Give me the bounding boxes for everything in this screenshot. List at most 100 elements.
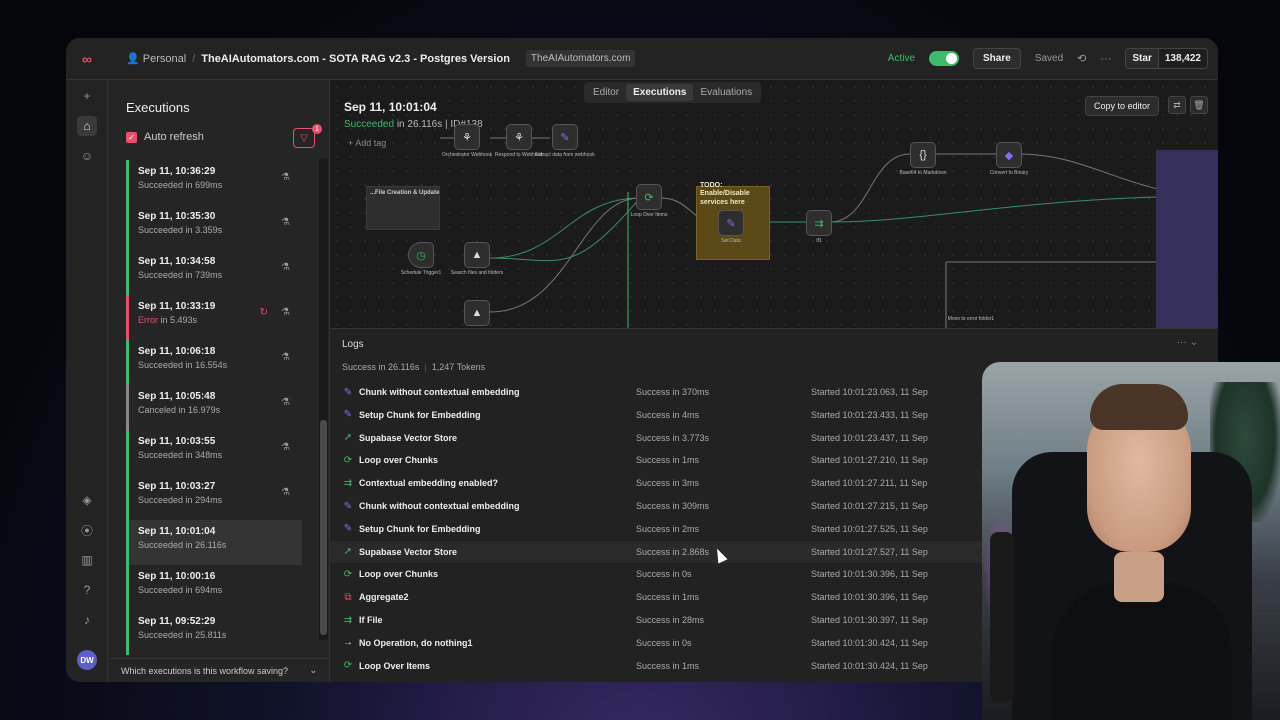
respond-to-webhook-node[interactable]: ⚘: [506, 124, 532, 150]
variables-icon[interactable]: ⦿: [77, 520, 97, 540]
execution-status: Succeeded in 3.359s: [138, 225, 223, 235]
left-rail: + ⌂ ☺ ◈ ⦿ ▥ ? ♪ DW: [66, 80, 108, 682]
flask-icon[interactable]: ⚗: [281, 217, 290, 228]
flask-icon[interactable]: ⚗: [281, 172, 290, 183]
node-label: Base64 to Markdown: [899, 170, 947, 176]
workflow-tag[interactable]: TheAIAutomators.com: [525, 50, 636, 67]
execution-item[interactable]: Sep 11, 10:36:29 Succeeded in 699ms ⚗: [126, 160, 302, 205]
history-icon[interactable]: ⟲: [1077, 52, 1086, 65]
github-star-button[interactable]: Star 138,422: [1125, 48, 1208, 69]
n8n-logo-icon[interactable]: ∞: [66, 51, 108, 67]
insights-icon[interactable]: ▥: [77, 550, 97, 570]
executions-scrollbar[interactable]: [319, 158, 328, 640]
help-icon[interactable]: ?: [77, 580, 97, 600]
pencil-icon: ✎: [343, 386, 353, 398]
notifications-icon[interactable]: ♪: [77, 610, 97, 630]
breadcrumb-user[interactable]: 👤 Personal: [126, 52, 186, 65]
execution-date: Sep 11, 10:35:30: [138, 211, 216, 222]
webhook-icon: ⚘: [514, 131, 524, 144]
tab-evaluations[interactable]: Evaluations: [693, 84, 759, 101]
google-drive-node[interactable]: ▲: [464, 300, 490, 326]
base64-to-markdown-node[interactable]: {}: [910, 142, 936, 168]
branch-icon: ⇉: [343, 614, 353, 626]
tab-editor[interactable]: Editor: [586, 84, 626, 101]
more-options-icon[interactable]: ···: [1100, 53, 1111, 65]
flask-icon[interactable]: ⚗: [281, 397, 290, 408]
webcam-presenter-body: [1052, 582, 1232, 720]
execution-item[interactable]: Sep 11, 10:06:18 Succeeded in 16.554s ⚗: [126, 340, 302, 385]
tab-executions[interactable]: Executions: [626, 84, 694, 101]
execution-item[interactable]: Sep 11, 10:03:27 Succeeded in 294ms ⚗: [126, 475, 302, 520]
delete-icon[interactable]: 🗑: [1190, 96, 1208, 114]
execution-item-selected[interactable]: Sep 11, 10:01:04 Succeeded in 26.116s: [126, 520, 302, 565]
pencil-icon: ✎: [343, 500, 353, 512]
log-node-name: Chunk without contextual embedding: [359, 387, 520, 397]
log-node-name: Setup Chunk for Embedding: [359, 523, 481, 534]
execution-item[interactable]: Sep 11, 10:03:55 Succeeded in 348ms ⚗: [126, 430, 302, 475]
branch-icon: ⇉: [343, 477, 353, 489]
execution-status: Error in 5.493s: [138, 315, 198, 325]
log-node-name: Loop over Chunks: [359, 569, 439, 580]
if1-node[interactable]: ⇉: [806, 210, 832, 236]
home-icon[interactable]: ⌂: [77, 116, 97, 136]
loop-icon: ⟳: [644, 191, 654, 204]
github-star-count: 138,422: [1157, 49, 1207, 68]
execution-status: Succeeded in 26.116s: [138, 540, 227, 550]
extract-webhook-node[interactable]: ✎: [552, 124, 578, 150]
code-icon: {}: [919, 149, 927, 161]
log-node-name: Setup Chunk for Embedding: [359, 409, 481, 420]
execution-item[interactable]: Sep 11, 10:35:30 Succeeded in 3.359s ⚗: [126, 205, 302, 250]
flask-icon[interactable]: ⚗: [281, 307, 290, 318]
set-data-node[interactable]: ✎: [718, 210, 744, 236]
logs-options-icon[interactable]: ··· ⌄: [1177, 337, 1198, 348]
execution-item[interactable]: Sep 11, 09:52:29 Succeeded in 25.811s: [126, 610, 302, 655]
auto-refresh-checkbox[interactable]: ✓ Auto refresh: [126, 131, 204, 143]
filter-icon: ▽: [300, 132, 308, 144]
flask-icon[interactable]: ⚗: [281, 442, 290, 453]
github-star-label: Star: [1126, 49, 1158, 68]
toggle-panel-icon[interactable]: ⇄: [1168, 96, 1186, 114]
search-files-node[interactable]: ▲: [464, 242, 490, 268]
executions-saving-info[interactable]: Which executions is this workflow saving…: [108, 658, 329, 682]
orchestrator-webhook-node[interactable]: ⚘: [454, 124, 480, 150]
log-start-time: Started 10:01:30.424, 11 Sep: [811, 660, 928, 671]
execution-status: Succeeded in 739ms: [138, 270, 223, 280]
user-icon[interactable]: ☺: [77, 146, 97, 166]
bolt-icon: ➚: [343, 432, 353, 444]
log-status: Success in 0s: [636, 569, 692, 580]
execution-item[interactable]: Sep 11, 10:34:58 Succeeded in 739ms ⚗: [126, 250, 302, 295]
checkbox-checked-icon[interactable]: ✓: [126, 131, 137, 143]
schedule-trigger-node[interactable]: ◷: [408, 242, 434, 268]
log-status: Success in 28ms: [636, 615, 705, 625]
execution-item[interactable]: Sep 11, 10:05:48 Canceled in 16.979s ⚗: [126, 385, 302, 430]
execution-item[interactable]: Sep 11, 10:33:19 Error in 5.493s ↻ ⚗: [126, 295, 302, 340]
retry-icon[interactable]: ↻: [260, 307, 268, 318]
logs-summary: Success in 26.116s | 1,247 Tokens: [342, 362, 486, 372]
execution-date: Sep 11, 10:06:18: [138, 346, 216, 357]
loop-over-items-node[interactable]: ⟳: [636, 184, 662, 210]
share-button[interactable]: Share: [973, 48, 1021, 69]
flask-icon[interactable]: ⚗: [281, 487, 290, 498]
add-icon[interactable]: +: [77, 86, 97, 106]
node-label: Extract data from webhook: [535, 152, 595, 158]
active-toggle[interactable]: [929, 51, 960, 66]
avatar[interactable]: DW: [77, 650, 97, 670]
execution-item[interactable]: Sep 11, 10:00:16 Succeeded in 694ms: [126, 565, 302, 610]
log-start-time: Started 10:01:30.396, 11 Sep: [811, 569, 928, 580]
arrow-right-icon: →: [343, 637, 353, 649]
connection-wires: [440, 137, 1218, 328]
flask-icon[interactable]: ⚗: [281, 352, 290, 363]
execution-date: Sep 11, 10:00:16: [138, 571, 216, 582]
execution-status: Succeeded in 25.811s: [138, 630, 227, 640]
flask-icon[interactable]: ⚗: [281, 262, 290, 273]
pencil-icon: ✎: [560, 131, 570, 144]
copy-to-editor-button[interactable]: Copy to editor: [1085, 96, 1160, 116]
workflow-canvas[interactable]: Editor Executions Evaluations Sep 11, 10…: [330, 80, 1218, 328]
executions-title: Executions: [126, 100, 190, 115]
convert-to-binary-node[interactable]: ◆: [996, 142, 1022, 168]
saved-status: Saved: [1034, 53, 1064, 64]
node-label: If1: [816, 238, 822, 244]
templates-icon[interactable]: ◈: [77, 490, 97, 510]
add-tag-link[interactable]: + Add tag: [348, 138, 386, 148]
workflow-title[interactable]: TheAIAutomators.com - SOTA RAG v2.3 - Po…: [201, 53, 510, 65]
